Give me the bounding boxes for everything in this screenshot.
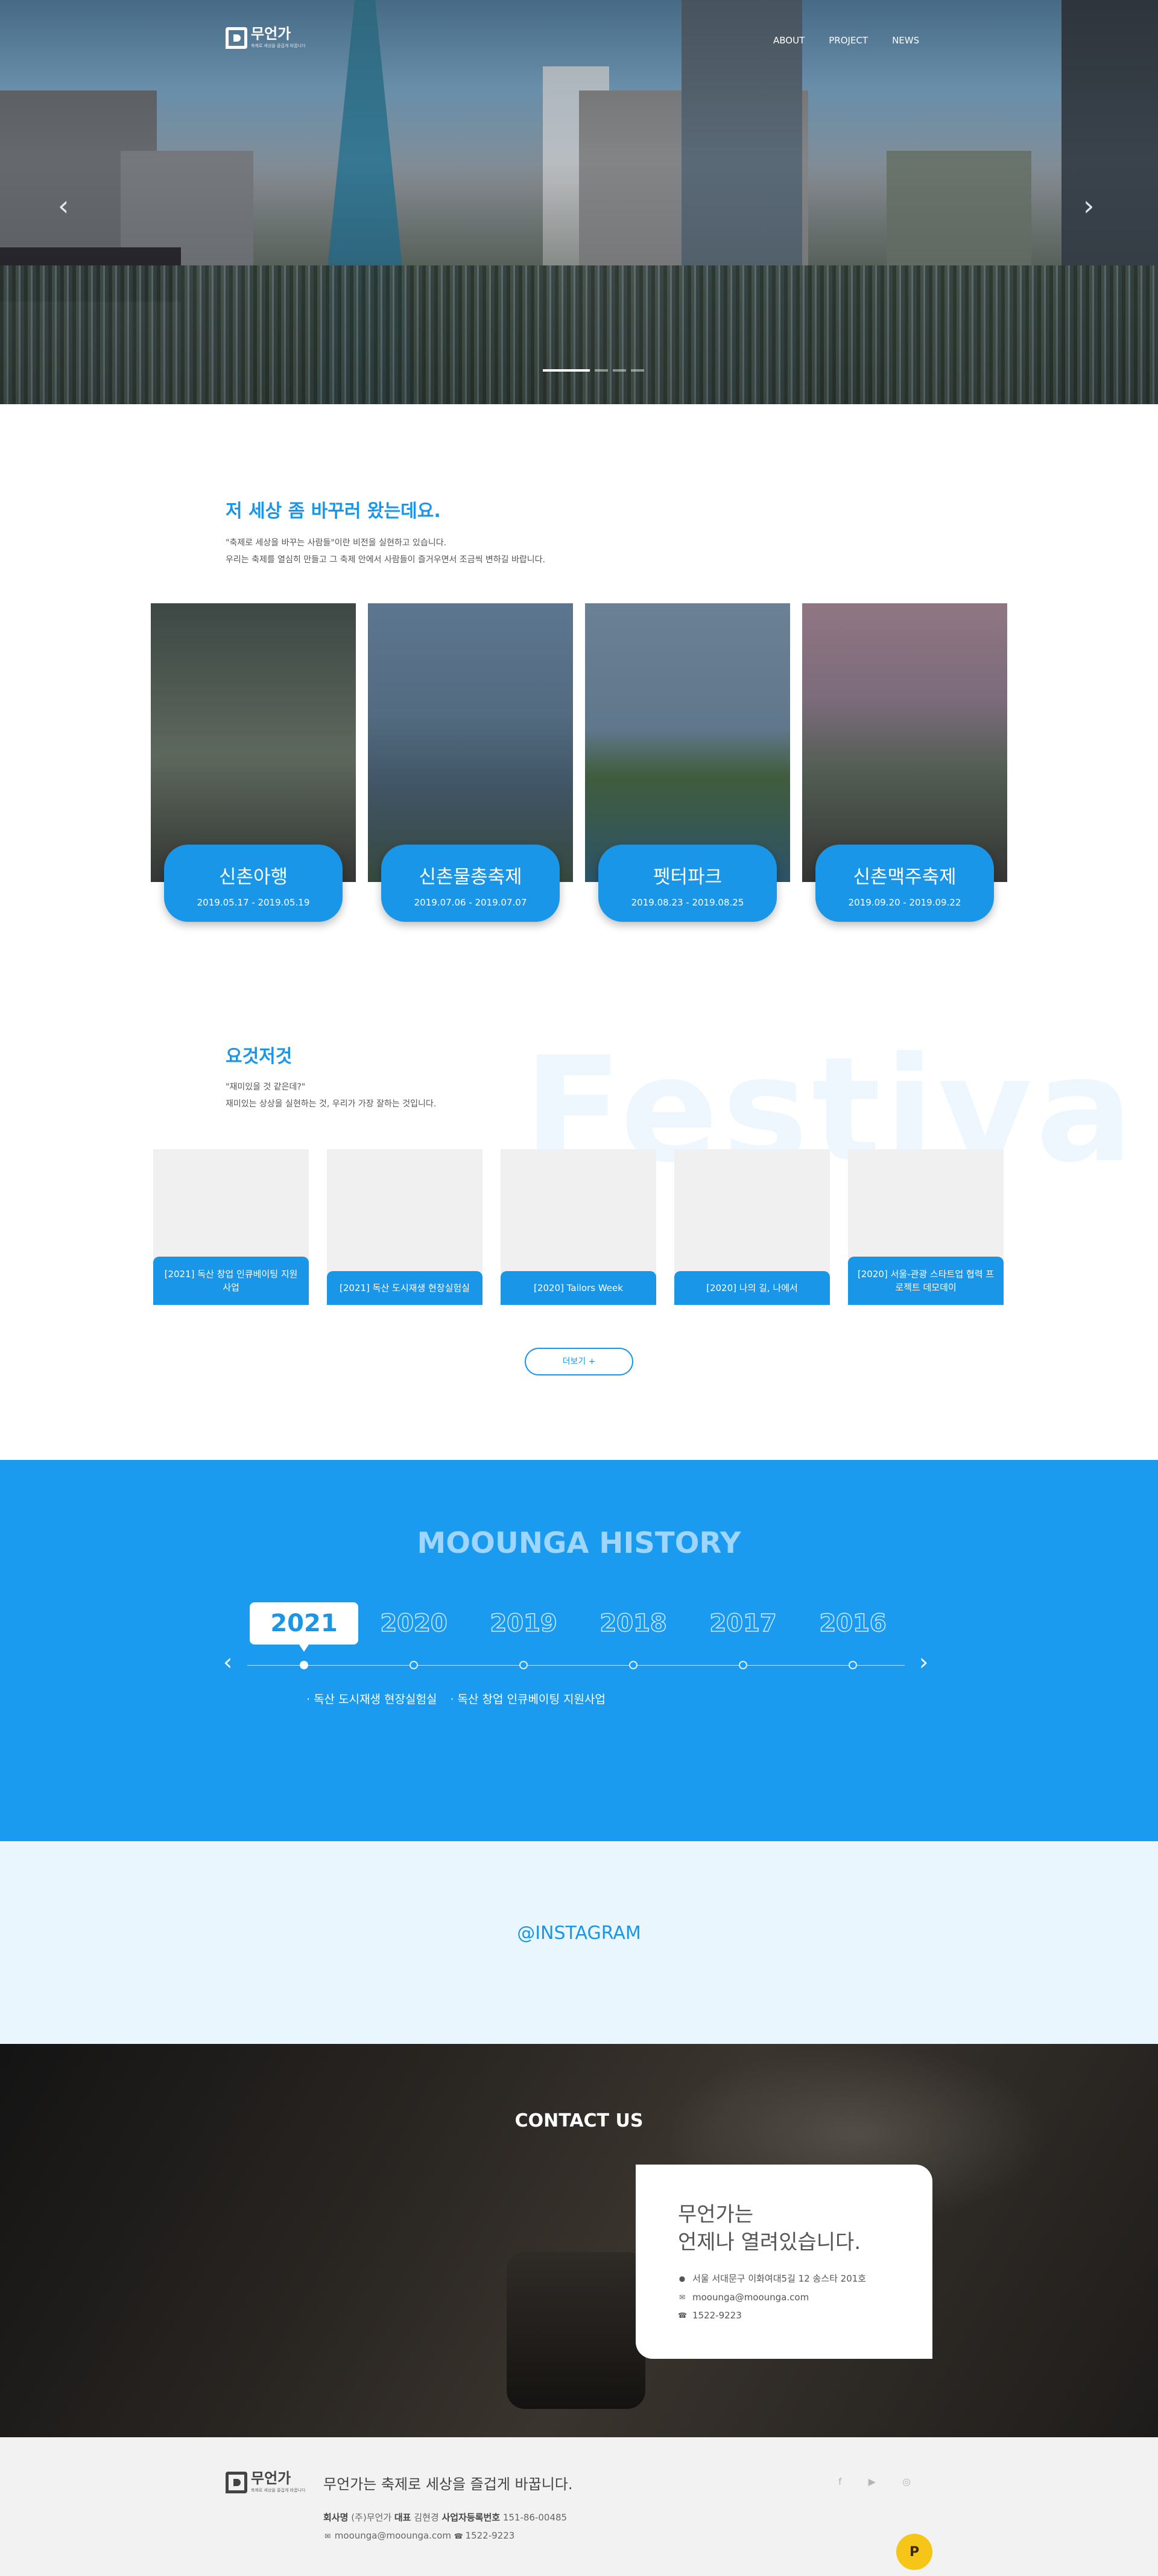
contact-email[interactable]: ✉ moounga@moounga.com <box>678 2292 932 2303</box>
festival-card[interactable] <box>151 603 356 882</box>
timeline-dot[interactable] <box>519 1661 528 1669</box>
header-logo[interactable]: 무언가 축제로 세상을 즐겁게 바꿉니다 <box>226 27 305 49</box>
contact-headline-1: 무언가는 <box>678 2203 754 2227</box>
hero-dot[interactable] <box>543 369 590 372</box>
contact-bg-cup <box>507 2252 645 2409</box>
projects-title: 요것저것 <box>226 1046 293 1067</box>
project-card[interactable]: [2021] 독산 도시재생 현장실험실 <box>327 1149 482 1305</box>
project-label: [2020] Tailors Week <box>501 1271 656 1305</box>
year-tab-2020[interactable]: 2020 <box>359 1602 468 1645</box>
timeline-line <box>247 1665 905 1666</box>
projects-desc-2: 재미있는 상상을 실현하는 것, 우리가 가장 잘하는 것입니다. <box>226 1099 437 1109</box>
project-card[interactable]: [2020] 나의 길, 나에서 <box>674 1149 830 1305</box>
festival-card[interactable] <box>585 603 790 882</box>
timeline-dot[interactable] <box>629 1661 638 1669</box>
projects-desc-1: "재미있을 것 같은데?" <box>226 1082 306 1092</box>
timeline-dot[interactable] <box>849 1661 857 1669</box>
project-card[interactable]: [2021] 독산 창업 인큐베이팅 지원사업 <box>153 1149 309 1305</box>
instagram-icon[interactable]: ◎ <box>902 2476 911 2487</box>
timeline-dot[interactable] <box>300 1661 308 1669</box>
phone-icon: ☎ <box>454 2532 463 2540</box>
hero-dot[interactable] <box>595 369 608 372</box>
festival-label[interactable]: 펫터파크 2019.08.23 - 2019.08.25 <box>598 845 777 922</box>
nav-item-about[interactable]: ABOUT <box>773 35 805 46</box>
nav-item-news[interactable]: NEWS <box>892 35 919 46</box>
logo-icon <box>226 2471 247 2493</box>
contact-headline-2: 언제나 열려있습니다. <box>678 2230 861 2254</box>
festival-name: 신촌맥주축제 <box>853 866 957 888</box>
hero-pagination <box>543 369 644 372</box>
project-card[interactable]: [2020] Tailors Week <box>501 1149 656 1305</box>
festival-label[interactable]: 신촌아행 2019.05.17 - 2019.05.19 <box>164 845 343 922</box>
logo-tagline: 축제로 세상을 즐겁게 바꿉니다 <box>251 2488 306 2493</box>
festival-name: 신촌아행 <box>218 866 288 888</box>
project-card[interactable]: [2020] 서울-관광 스타트업 협력 프로젝트 데모데이 <box>848 1149 1004 1305</box>
history-title: MOOUNGA HISTORY <box>417 1526 741 1560</box>
project-label: [2020] 서울-관광 스타트업 협력 프로젝트 데모데이 <box>848 1257 1004 1305</box>
intro-desc-2: 우리는 축제를 열심히 만들고 그 축제 안에서 사람들이 즐거우면서 조금씩 … <box>226 555 545 565</box>
logo-tagline: 축제로 세상을 즐겁게 바꿉니다 <box>251 43 306 48</box>
contact-section: CONTACT US <box>0 2044 1158 2437</box>
history-next-arrow-icon[interactable]: › <box>919 1651 928 1673</box>
year-tab-2018[interactable]: 2018 <box>579 1602 688 1645</box>
mail-icon: ✉ <box>679 2293 686 2302</box>
instagram-title[interactable]: @INSTAGRAM <box>0 1923 1158 1944</box>
festival-date: 2019.08.23 - 2019.08.25 <box>631 897 744 908</box>
contact-phone[interactable]: ☎ 1522-9223 <box>678 2310 932 2321</box>
project-label: [2020] 나의 길, 나에서 <box>674 1271 830 1305</box>
instagram-section: @INSTAGRAM <box>0 1841 1158 2044</box>
festival-name: 펫터파크 <box>653 866 723 888</box>
social-links: f ▶ ◎ <box>838 2476 911 2487</box>
nav-item-project[interactable]: PROJECT <box>829 35 868 46</box>
logo-text: 무언가 <box>251 2470 291 2487</box>
year-tab-2021[interactable]: 2021 <box>250 1602 358 1652</box>
history-item: · 독산 창업 인큐베이팅 지원사업 <box>450 1693 606 1706</box>
logo-text: 무언가 <box>251 25 291 42</box>
contact-card: 무언가는 언제나 열려있습니다. ● 서울 서대문구 이화여대5길 12 송스타… <box>636 2165 932 2359</box>
festival-label[interactable]: 신촌물총축제 2019.07.06 - 2019.07.07 <box>381 845 560 922</box>
history-items: · 독산 도시재생 현장실험실 · 독산 창업 인큐베이팅 지원사업 <box>306 1690 606 1707</box>
footer-slogan: 무언가는 축제로 세상을 즐겁게 바꿉니다. <box>323 2476 573 2493</box>
contact-title: CONTACT US <box>514 2110 644 2131</box>
project-label: [2021] 독산 창업 인큐베이팅 지원사업 <box>153 1257 309 1305</box>
footer: 무언가 축제로 세상을 즐겁게 바꿉니다 무언가는 축제로 세상을 즐겁게 바꿉… <box>0 2437 1158 2576</box>
festival-name: 신촌물총축제 <box>419 866 522 888</box>
phone-icon: ☎ <box>678 2311 687 2320</box>
timeline-dot[interactable] <box>410 1661 418 1669</box>
main-nav: ABOUT PROJECT NEWS <box>773 35 919 46</box>
intro-title: 저 세상 좀 바꾸러 왔는데요. <box>226 501 441 522</box>
festival-card[interactable] <box>802 603 1007 882</box>
facebook-icon[interactable]: f <box>838 2476 842 2487</box>
hero-dot[interactable] <box>613 369 626 372</box>
festival-card[interactable] <box>368 603 573 882</box>
youtube-icon[interactable]: ▶ <box>868 2476 876 2487</box>
year-tab-2016[interactable]: 2016 <box>799 1602 907 1645</box>
timeline-dot[interactable] <box>739 1661 747 1669</box>
more-button[interactable]: 더보기 + <box>525 1348 633 1375</box>
project-label: [2021] 독산 도시재생 현장실험실 <box>327 1271 482 1305</box>
hero-prev-arrow-icon[interactable]: ‹ <box>58 192 69 220</box>
contact-address: ● 서울 서대문구 이화여대5길 12 송스타 201호 <box>679 2273 867 2284</box>
footer-email[interactable]: moounga@moounga.com <box>335 2530 451 2541</box>
footer-logo[interactable]: 무언가 축제로 세상을 즐겁게 바꿉니다 <box>226 2471 305 2493</box>
festival-date: 2019.09.20 - 2019.09.22 <box>848 897 961 908</box>
hero-next-arrow-icon[interactable]: › <box>1083 192 1094 220</box>
festival-date: 2019.07.06 - 2019.07.07 <box>414 897 527 908</box>
map-pin-icon: ● <box>679 2274 686 2283</box>
footer-info: 회사명 (주)무언가 대표 김현경 사업자등록번호 151-86-00485 ✉… <box>323 2508 567 2545</box>
history-prev-arrow-icon[interactable]: ‹ <box>223 1651 232 1673</box>
kakao-chat-icon[interactable]: P <box>896 2534 932 2570</box>
footer-phone[interactable]: 1522-9223 <box>466 2530 515 2541</box>
mail-icon: ✉ <box>324 2532 331 2540</box>
hero-dot[interactable] <box>631 369 644 372</box>
history-item: · 독산 도시재생 현장실험실 <box>306 1693 437 1706</box>
hero-banner: 무언가 축제로 세상을 즐겁게 바꿉니다 ABOUT PROJECT NEWS … <box>0 0 1158 404</box>
history-section: MOOUNGA HISTORY 2021 2020 2019 2018 2017… <box>0 1460 1158 1841</box>
intro-desc-1: "축제로 세상을 바꾸는 사람들"이란 비전을 실현하고 있습니다. <box>226 538 447 548</box>
year-tab-2019[interactable]: 2019 <box>469 1602 578 1645</box>
festival-label[interactable]: 신촌맥주축제 2019.09.20 - 2019.09.22 <box>815 845 994 922</box>
logo-icon <box>226 27 247 49</box>
year-tab-2017[interactable]: 2017 <box>689 1602 797 1645</box>
festival-date: 2019.05.17 - 2019.05.19 <box>197 897 310 908</box>
